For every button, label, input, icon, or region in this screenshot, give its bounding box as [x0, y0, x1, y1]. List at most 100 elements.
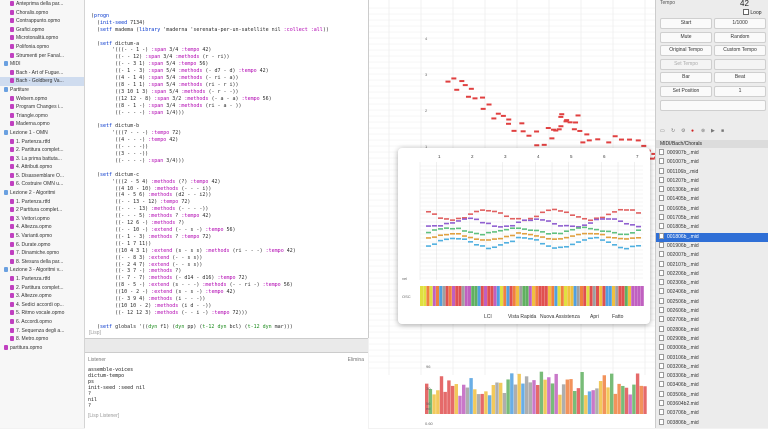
tree-folder[interactable]: Lezione 2 - Algoritmi — [0, 189, 84, 198]
original-tempo-button[interactable]: Original Tempo — [660, 45, 712, 56]
beat-button[interactable]: Beat — [714, 72, 766, 83]
tree-file[interactable]: Choralis.opmo — [0, 9, 84, 18]
midi-file-item[interactable]: 000907b_.mid — [656, 149, 768, 158]
midi-file-item[interactable]: 002107b_.mid — [656, 260, 768, 270]
midi-file-item[interactable]: 001207b_.mid — [656, 176, 768, 186]
gear-icon[interactable]: ⚙ — [681, 128, 685, 134]
play-icon[interactable]: ▶ — [711, 128, 715, 134]
popup-button[interactable]: Fatto — [612, 314, 623, 320]
code-editor[interactable]: (progn (init-seed 7134) (setf madema (li… — [85, 0, 369, 338]
midi-file-item[interactable]: 003206b_.mid — [656, 362, 768, 372]
tree-file[interactable]: 5. Disassemblare O... — [0, 172, 84, 181]
midi-file-item[interactable]: 002908b_.mid — [656, 334, 768, 344]
midi-file-item[interactable]: 002007b_.mid — [656, 251, 768, 260]
midi-file-item[interactable]: 002406b_.mid — [656, 288, 768, 297]
tree-file[interactable]: Contrappunto.opmo — [0, 17, 84, 26]
midi-file-item[interactable]: 003106b_.mid — [656, 353, 768, 363]
midi-file-item[interactable]: 002206b_.mid — [656, 269, 768, 279]
tree-file[interactable]: 2. Partitura complet... — [0, 146, 84, 155]
popup-button[interactable]: Nuova Assistenza — [540, 314, 580, 320]
tree-file[interactable]: Grafici.opmo — [0, 26, 84, 35]
midi-file-item[interactable]: 003306b_.mid — [656, 372, 768, 381]
midi-file-item[interactable]: 001806b_.mid — [656, 232, 768, 242]
popup-button[interactable]: Vista Rapida — [508, 314, 536, 320]
tree-file[interactable]: 8. Stesura della par... — [0, 258, 84, 267]
tree-file[interactable]: Webern.opmo — [0, 95, 84, 104]
midi-file-item[interactable]: 001306b_.mid — [656, 186, 768, 195]
tree-file[interactable]: 8. Metro.opmo — [0, 335, 84, 344]
midi-file-item[interactable]: 002506b_.mid — [656, 297, 768, 307]
midi-file-item[interactable]: 003806b_.mid — [656, 418, 768, 428]
tree-file[interactable]: 7. Sequenza degli a... — [0, 327, 84, 336]
tree-file[interactable]: Microtonalità.opmo — [0, 34, 84, 43]
random-button[interactable]: Random — [714, 32, 766, 43]
tree-file[interactable]: 2 Partitura complet... — [0, 206, 84, 215]
tree-file[interactable]: 1. Partenza.rtfd — [0, 198, 84, 207]
midi-file-item[interactable]: 001705b_.mid — [656, 214, 768, 223]
set-tempo-button[interactable]: Set Tempo — [660, 59, 712, 70]
set-position-button[interactable]: Set Position — [660, 86, 712, 97]
tree-file[interactable]: 6. Costruire OMN u... — [0, 180, 84, 189]
listener-clear-button[interactable]: Elimina — [348, 357, 364, 363]
tree-folder[interactable]: Lezione 3 - Algoritmi v... — [0, 266, 84, 275]
tree-file[interactable]: 6. Accordi.opmo — [0, 318, 84, 327]
tree-file[interactable]: 4. Sedici accordi op... — [0, 301, 84, 310]
quick-look-popup[interactable]: 12345678velOSC LCIVista RapidaNuova Assi… — [398, 148, 650, 324]
midi-file-item[interactable]: 002306b_.mid — [656, 279, 768, 288]
refresh-icon[interactable]: ↻ — [671, 128, 675, 134]
bar-button[interactable]: Bar — [660, 72, 712, 83]
tree-file[interactable]: 4. Attributi.opmo — [0, 163, 84, 172]
tree-file[interactable]: 4. Altezza.opmo — [0, 223, 84, 232]
midi-file-item[interactable]: 001906b_.mid — [656, 241, 768, 251]
midi-file-item[interactable]: 001805b_.mid — [656, 223, 768, 232]
start-button[interactable]: Start — [660, 18, 712, 29]
folder-icon[interactable]: ▭ — [660, 128, 665, 134]
position-input[interactable]: 1 — [714, 86, 766, 97]
midi-file-item[interactable]: 003406b_.mid — [656, 381, 768, 390]
loop-checkbox[interactable]: Loop — [743, 9, 762, 16]
midi-file-item[interactable]: 002706b_.mid — [656, 316, 768, 325]
start-value-field[interactable]: 1/1000 — [714, 18, 766, 29]
tree-file[interactable]: Anteprima della par... — [0, 0, 84, 9]
tree-file[interactable]: 3. La prima battuta... — [0, 155, 84, 164]
tree-file[interactable]: 3. Vettori.opmo — [0, 215, 84, 224]
popup-button[interactable]: Apri — [590, 314, 599, 320]
listener-panel[interactable]: Listener Elimina assemble-voices dictum-t… — [85, 352, 368, 429]
tree-file[interactable]: Bach - Art of Fugue... — [0, 69, 84, 78]
tree-file[interactable]: Program Changes i... — [0, 103, 84, 112]
tree-file[interactable]: 1. Partenza.rtfd — [0, 275, 84, 284]
midi-file-item[interactable]: 001605b_.mid — [656, 204, 768, 214]
midi-file-item[interactable]: 003506b_.mid — [656, 390, 768, 400]
tree-file[interactable]: Triangle.opmo — [0, 112, 84, 121]
custom-tempo-button[interactable]: Custom Tempo — [714, 45, 766, 56]
tree-file[interactable]: Bach - Goldberg Va... — [0, 77, 84, 86]
tree-file[interactable]: partitura.opmo — [0, 344, 84, 353]
tree-file[interactable]: Strumenti per Fanal... — [0, 52, 84, 61]
tree-file[interactable]: 6. Durate.opmo — [0, 241, 84, 250]
midi-file-item[interactable]: 001007b_.mid — [656, 158, 768, 167]
midi-file-item[interactable]: 003604b2.mid — [656, 400, 768, 409]
record-icon[interactable]: ● — [691, 128, 694, 134]
midi-file-item[interactable]: 001405b_.mid — [656, 195, 768, 204]
tree-file[interactable]: 2. Partitura complet... — [0, 284, 84, 293]
tree-folder[interactable]: Lezione 1 - OMN — [0, 129, 84, 138]
tree-folder[interactable]: MIDI — [0, 60, 84, 69]
midi-file-item[interactable]: 002806b_.mid — [656, 325, 768, 335]
stop-icon[interactable]: ■ — [721, 128, 724, 134]
tree-file[interactable]: 1. Partenza.rtfd — [0, 138, 84, 147]
close-icon[interactable]: ⊗ — [701, 128, 705, 134]
popup-button[interactable]: LCI — [484, 314, 492, 320]
tree-file[interactable]: 5. Varianti.opmo — [0, 232, 84, 241]
midi-file-item[interactable]: 003706b_.mid — [656, 409, 768, 418]
tree-file[interactable]: Polifonia.opmo — [0, 43, 84, 52]
midi-file-item[interactable]: 001106b_.mid — [656, 167, 768, 177]
code-text[interactable]: (progn (init-seed 7134) (setf madema (li… — [91, 6, 329, 338]
midi-file-item[interactable]: 003006b_.mid — [656, 344, 768, 353]
tree-folder[interactable]: Partiture — [0, 86, 84, 95]
midi-file-item[interactable]: 002606b_.mid — [656, 307, 768, 316]
tempo-input[interactable] — [714, 59, 766, 70]
mute-button[interactable]: Mute — [660, 32, 712, 43]
tree-file[interactable]: 5. Ritmo vocale.opmo — [0, 309, 84, 318]
tree-file[interactable]: 7. Dinamiche.opmo — [0, 249, 84, 258]
tree-file[interactable]: Maderna.opmo — [0, 120, 84, 129]
